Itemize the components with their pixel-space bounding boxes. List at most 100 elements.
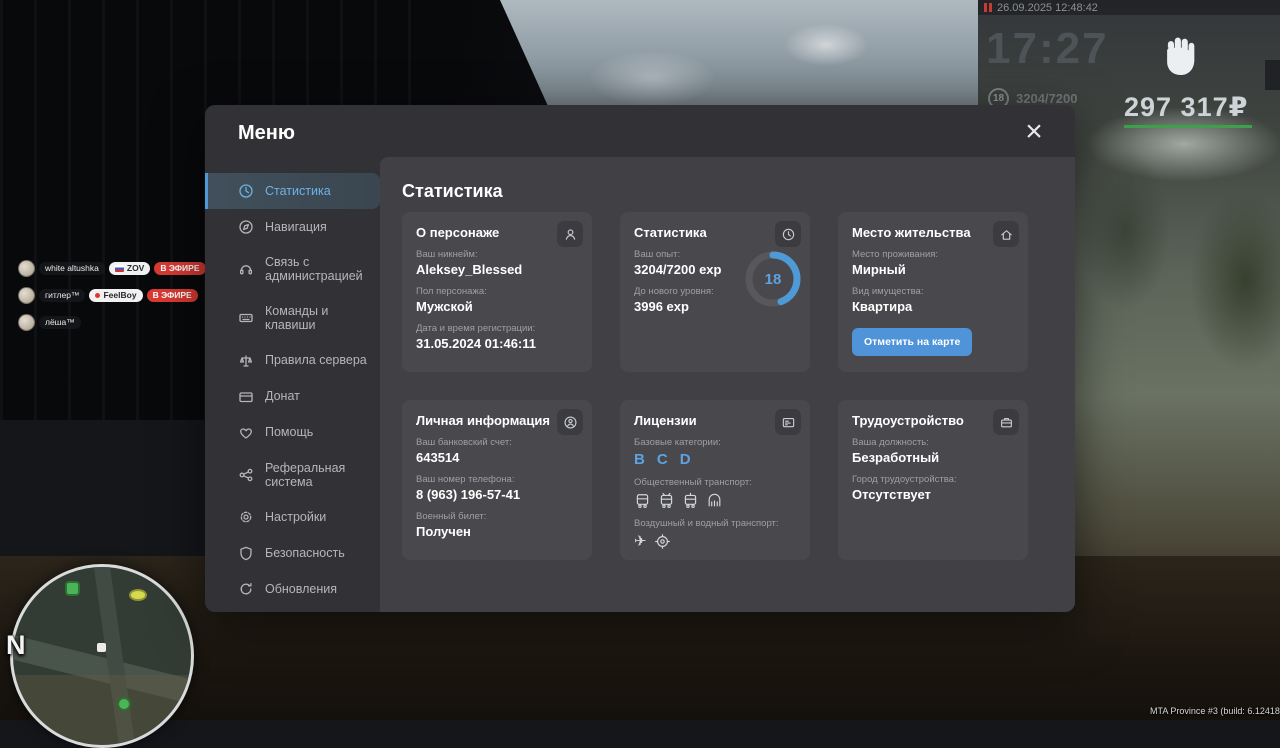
field-label: Базовые категории: [634,437,796,448]
field-value: Мирный [852,262,1014,277]
field: Военный билет: Получен [416,511,578,539]
card-title: О персонаже [416,225,578,240]
field: Место проживания: Мирный [852,249,1014,277]
field-value: Отсутствует [852,487,1014,502]
card-title: Лицензии [634,413,796,428]
minimap-player-marker [97,643,106,652]
avatar [18,260,35,277]
sidebar-item-security[interactable]: Безопасность [205,535,380,571]
stream-row: white altushka ZOV В ЭФИРЕ [18,260,206,277]
sidebar-item-navigation[interactable]: Навигация [205,209,380,245]
field-value: Безработный [852,450,1014,465]
minimap-terrain [13,675,191,748]
field: Пол персонажа: Мужской [416,286,578,314]
scales-icon [238,353,254,369]
sidebar-item-referral[interactable]: Реферальная система [205,451,380,500]
streamer-name: гитлер™ [39,289,85,302]
menu-title: Меню [238,122,295,145]
sidebar-item-server-rules[interactable]: Правила сервера [205,343,380,379]
edge-widget [1265,60,1280,90]
field: Ваш банковский счет: 643514 [416,437,578,465]
field-label: Дата и время регистрации: [416,323,578,334]
close-icon: × [1025,119,1043,145]
field-label: Вид имущества: [852,286,1014,297]
card-title: Статистика [634,225,796,240]
server-build-info: MTA Province #3 (build: 6.12418.9 [1150,706,1280,716]
metro-icon [706,492,723,509]
field-label: Военный билет: [416,511,578,522]
sidebar-item-updates[interactable]: Обновления [205,571,380,607]
stream-row: лёша™ [18,314,81,331]
sidebar-item-settings[interactable]: Настройки [205,499,380,535]
card-icon [238,389,254,405]
field-value: 3996 exp [634,299,744,314]
menu-content: Статистика О персонаже Ваш никнейм: Alek… [380,157,1075,612]
close-button[interactable]: × [1021,119,1047,145]
ring-level-label: 18 [765,271,782,288]
field-value: Aleksey_Blessed [416,262,578,277]
card-title: Личная информация [416,413,578,428]
field-label: Ваш никнейм: [416,249,578,260]
sidebar-item-commands-keys[interactable]: Команды и клавиши [205,294,380,343]
category-d: D [680,451,691,468]
person-icon [557,221,583,247]
avatar [18,287,35,304]
field-label: Ваш номер телефона: [416,474,578,485]
hud-clock: 17:27 [986,24,1109,74]
license-categories: B C D [634,451,796,468]
field: Вид имущества: Квартира [852,286,1014,314]
category-c: C [657,451,668,468]
menu-sidebar: Статистика Навигация Связь с администрац… [205,157,380,612]
recording-icon [984,3,992,12]
streamer-name: white altushka [39,262,105,275]
shield-icon [238,545,254,561]
field-value: Квартира [852,299,1014,314]
sidebar-item-admin-contact[interactable]: Связь с администрацией [205,245,380,294]
briefcase-icon [993,409,1019,435]
field-value: 31.05.2024 01:46:11 [416,336,578,351]
flag-icon [115,265,124,272]
minimap [10,564,194,748]
card-employment: Трудоустройство Ваша должность: Безработ… [838,400,1028,560]
hud-datetime: 26.09.2025 12:48:42 [997,2,1098,14]
sidebar-item-label: Команды и клавиши [265,304,372,333]
public-transport-icons [634,492,796,509]
tree [1080,150,1170,310]
sidebar-item-statistics[interactable]: Статистика [205,173,380,209]
refresh-icon [238,581,254,597]
field: Ваша должность: Безработный [852,437,1014,465]
sidebar-item-label: Навигация [265,220,327,234]
mark-on-map-button[interactable]: Отметить на карте [852,328,972,356]
streamer-name: лёша™ [39,316,81,329]
clock-icon [775,221,801,247]
card-title: Место жительства [852,225,1014,240]
compass-icon [238,219,254,235]
sidebar-item-help[interactable]: Помощь [205,415,380,451]
ship-helm-icon [654,533,671,550]
main-menu-panel: Меню × Статистика Навигация Связь с адми… [205,105,1075,612]
field-label: Город трудоустройства: [852,474,1014,485]
bus-icon [634,492,651,509]
stats-fields: Ваш опыт: 3204/7200 exp До нового уровня… [634,249,744,314]
field-value: Мужской [416,299,578,314]
live-badge: В ЭФИРЕ [154,262,205,275]
home-icon [993,221,1019,247]
card-residence: Место жительства Место проживания: Мирны… [838,212,1028,372]
live-badge: В ЭФИРЕ [147,289,198,302]
fist-icon [1156,32,1202,82]
sidebar-item-label: Реферальная система [265,461,372,490]
tram-icon [682,492,699,509]
field-label: Место проживания: [852,249,1014,260]
sidebar-item-donate[interactable]: Донат [205,379,380,415]
keyboard-icon [238,310,254,326]
minimap-north-label: N [6,630,26,661]
sidebar-item-label: Настройки [265,510,326,524]
plane-icon: ✈ [634,534,647,549]
gear-icon [238,509,254,525]
avatar [18,314,35,331]
field: Базовые категории: B C D [634,437,796,468]
sidebar-item-label: Донат [265,389,300,403]
id-card-icon [775,409,801,435]
field-value: Получен [416,524,578,539]
card-licenses: Лицензии Базовые категории: B C D Общест… [620,400,810,560]
